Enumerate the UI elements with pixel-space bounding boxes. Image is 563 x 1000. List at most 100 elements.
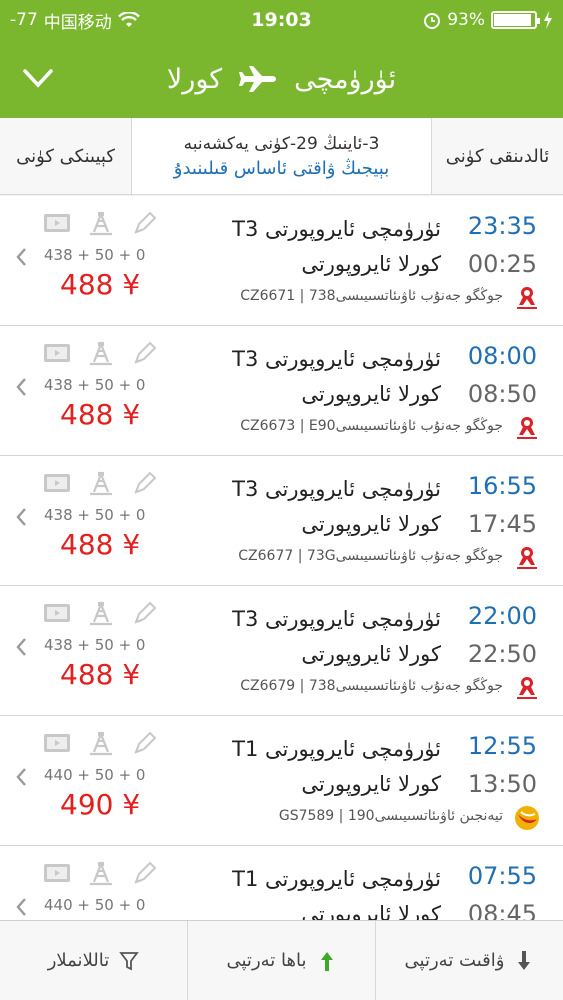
route-title: ئۈرۈمچى كورلا bbox=[0, 64, 563, 95]
airline-name: جوڭگو جەنۇب ئاۋىئاتسىيىسى bbox=[335, 288, 503, 304]
service-icons bbox=[42, 860, 160, 886]
price-breakdown: 440 + 50 + 0 bbox=[44, 766, 146, 784]
filter-label: تاللانملار bbox=[47, 950, 110, 971]
flight-number: CZ6673 bbox=[240, 418, 296, 434]
beijing-time-note: بېيجىڭ ۋاقتى ئاساس قىلىنىدۇ bbox=[173, 157, 390, 179]
status-bar: -77 中国移动 19:03 93% bbox=[0, 0, 563, 40]
battery-icon bbox=[491, 11, 540, 29]
date-tabs: كېيىنكى كۈنى 3-ئاينىڭ 29-كۈنى يەكشەنبە ب… bbox=[0, 118, 563, 195]
chevron-left-icon bbox=[16, 248, 26, 266]
flight-row[interactable]: 22:00 22:50 ئۈرۈمچى ئايروپورتى T3 كورلا ئاي… bbox=[0, 586, 563, 716]
destination-city: كورلا bbox=[166, 63, 223, 95]
departure-time: 16:55 bbox=[467, 472, 537, 500]
flight-airports: ئۈرۈمچى ئايروپورتى T3 كورلا ئايروپورتى bbox=[232, 212, 441, 282]
flight-times: 07:55 08:45 bbox=[468, 862, 537, 920]
next-day-tab[interactable]: كېيىنكى كۈنى bbox=[0, 118, 132, 194]
arrival-airport: كورلا ئايروپورتى bbox=[301, 512, 441, 536]
airline-info: جوڭگو جەنۇب ئاۋىئاتسىيىسى CZ6671 | 738 bbox=[240, 288, 503, 304]
arrival-time: 08:50 bbox=[467, 380, 537, 408]
arrival-time: 22:50 bbox=[467, 640, 537, 668]
price-sort-label: باھا تەرتپى bbox=[226, 950, 307, 971]
departure-time: 07:55 bbox=[467, 862, 537, 890]
entertainment-icon bbox=[44, 604, 70, 622]
meal-icon bbox=[90, 730, 112, 756]
entertainment-icon bbox=[44, 474, 70, 492]
aircraft-type: 738 bbox=[308, 288, 336, 304]
airline-name: تيەنجىن ئاۋىئاتسىيىسى bbox=[374, 808, 503, 824]
china-southern-logo bbox=[513, 284, 541, 312]
filter-button[interactable]: تاللانملار bbox=[0, 921, 187, 1000]
flight-times: 22:00 22:50 bbox=[468, 602, 537, 668]
bottom-toolbar: تاللانملار باھا تەرتپى ۋاقىت تەرتپى bbox=[0, 920, 563, 1000]
chevron-down-icon[interactable] bbox=[20, 60, 56, 96]
china-southern-logo bbox=[513, 544, 541, 572]
entertainment-icon bbox=[44, 864, 70, 882]
entertainment-icon bbox=[44, 214, 70, 232]
meal-icon bbox=[90, 210, 112, 236]
flight-airports: ئۈرۈمچى ئايروپورتى T3 كورلا ئايروپورتى bbox=[232, 472, 441, 542]
filter-icon bbox=[119, 951, 140, 970]
aircraft-type: 190 bbox=[347, 808, 375, 824]
flight-price: 488 ¥ bbox=[60, 528, 141, 561]
flight-number: CZ6677 bbox=[238, 548, 294, 564]
chevron-left-icon bbox=[16, 508, 26, 526]
chevron-left-icon bbox=[16, 638, 26, 656]
flight-airports: ئۈرۈمچى ئايروپورتى T1 كورلا ئايروپورتى bbox=[232, 862, 441, 920]
airline-info: جوڭگو جەنۇب ئاۋىئاتسىيىسى CZ6677 | 73G bbox=[238, 548, 503, 564]
arrow-up-icon bbox=[320, 951, 333, 971]
arrival-time: 00:25 bbox=[467, 250, 537, 278]
flight-row[interactable]: 16:55 17:45 ئۈرۈمچى ئايروپورتى T3 كورلا ئاي… bbox=[0, 456, 563, 586]
wifi-icon bbox=[117, 12, 140, 27]
meal-icon bbox=[90, 340, 112, 366]
flight-row[interactable]: 23:35 00:25 ئۈرۈمچى ئايروپورتى T3 كورلا ئاي… bbox=[0, 196, 563, 326]
flight-times: 08:00 08:50 bbox=[468, 342, 537, 408]
departure-airport: ئۈرۈمچى ئايروپورتى T1 bbox=[232, 737, 441, 761]
arrival-airport: كورلا ئايروپورتى bbox=[301, 772, 441, 796]
arrival-time: 08:45 bbox=[467, 900, 537, 920]
alarm-icon bbox=[424, 13, 441, 29]
edit-icon bbox=[134, 731, 157, 754]
flight-number: CZ6679 bbox=[240, 678, 296, 694]
battery-percent: 93% bbox=[447, 10, 485, 30]
flight-number: GS7589 bbox=[278, 808, 335, 824]
flight-price: 488 ¥ bbox=[60, 268, 141, 301]
edit-icon bbox=[134, 211, 157, 234]
price-breakdown: 438 + 50 + 0 bbox=[44, 506, 146, 524]
flight-row[interactable]: 07:55 08:45 ئۈرۈمچى ئايروپورتى T1 كورلا ئاي… bbox=[0, 846, 563, 920]
flight-row[interactable]: 08:00 08:50 ئۈرۈمچى ئايروپورتى T3 كورلا ئاي… bbox=[0, 326, 563, 456]
meal-icon bbox=[90, 470, 112, 496]
departure-time: 08:00 bbox=[467, 342, 537, 370]
chevron-left-icon bbox=[16, 378, 26, 396]
airline-name: جوڭگو جەنۇب ئاۋىئاتسىيىسى bbox=[335, 548, 503, 564]
flight-airports: ئۈرۈمچى ئايروپورتى T3 كورلا ئايروپورتى bbox=[232, 602, 441, 672]
departure-airport: ئۈرۈمچى ئايروپورتى T1 bbox=[232, 867, 441, 891]
time-sort-label: ۋاقىت تەرتپى bbox=[404, 950, 505, 971]
tianjin-airlines-logo bbox=[513, 804, 541, 832]
flight-times: 16:55 17:45 bbox=[468, 472, 537, 538]
edit-icon bbox=[134, 601, 157, 624]
edit-icon bbox=[134, 861, 157, 884]
route-header: ئۈرۈمچى كورلا bbox=[0, 40, 563, 118]
arrival-time: 13:50 bbox=[467, 770, 537, 798]
previous-day-tab[interactable]: ئالدىنقى كۈنى bbox=[431, 118, 563, 194]
departure-time: 22:00 bbox=[467, 602, 537, 630]
top-bar: -77 中国移动 19:03 93% ئۈرۈمچى كورلا bbox=[0, 0, 563, 118]
flight-price: 488 ¥ bbox=[60, 398, 141, 431]
chevron-left-icon bbox=[16, 898, 26, 916]
departure-airport: ئۈرۈمچى ئايروپورتى T3 bbox=[232, 347, 441, 371]
flight-row[interactable]: 12:55 13:50 ئۈرۈمچى ئايروپورتى T1 كورلا ئاي… bbox=[0, 716, 563, 846]
time-sort-button[interactable]: ۋاقىت تەرتپى bbox=[375, 921, 563, 1000]
flight-airports: ئۈرۈمچى ئايروپورتى T3 كورلا ئايروپورتى bbox=[232, 342, 441, 412]
carrier-name: 中国移动 bbox=[43, 12, 112, 33]
price-sort-button[interactable]: باھا تەرتپى bbox=[187, 921, 375, 1000]
service-icons bbox=[42, 210, 160, 236]
current-date-tab[interactable]: 3-ئاينىڭ 29-كۈنى يەكشەنبە بېيجىڭ ۋاقتى ئ… bbox=[132, 118, 431, 194]
separator: | bbox=[334, 808, 348, 824]
arrival-airport: كورلا ئايروپورتى bbox=[301, 252, 441, 276]
aircraft-type: 738 bbox=[308, 678, 336, 694]
chevron-left-icon bbox=[16, 768, 26, 786]
current-date-label: 3-ئاينىڭ 29-كۈنى يەكشەنبە bbox=[183, 133, 380, 154]
airline-name: جوڭگو جەنۇب ئاۋىئاتسىيىسى bbox=[335, 418, 503, 434]
edit-icon bbox=[134, 341, 157, 364]
arrival-time: 17:45 bbox=[467, 510, 537, 538]
